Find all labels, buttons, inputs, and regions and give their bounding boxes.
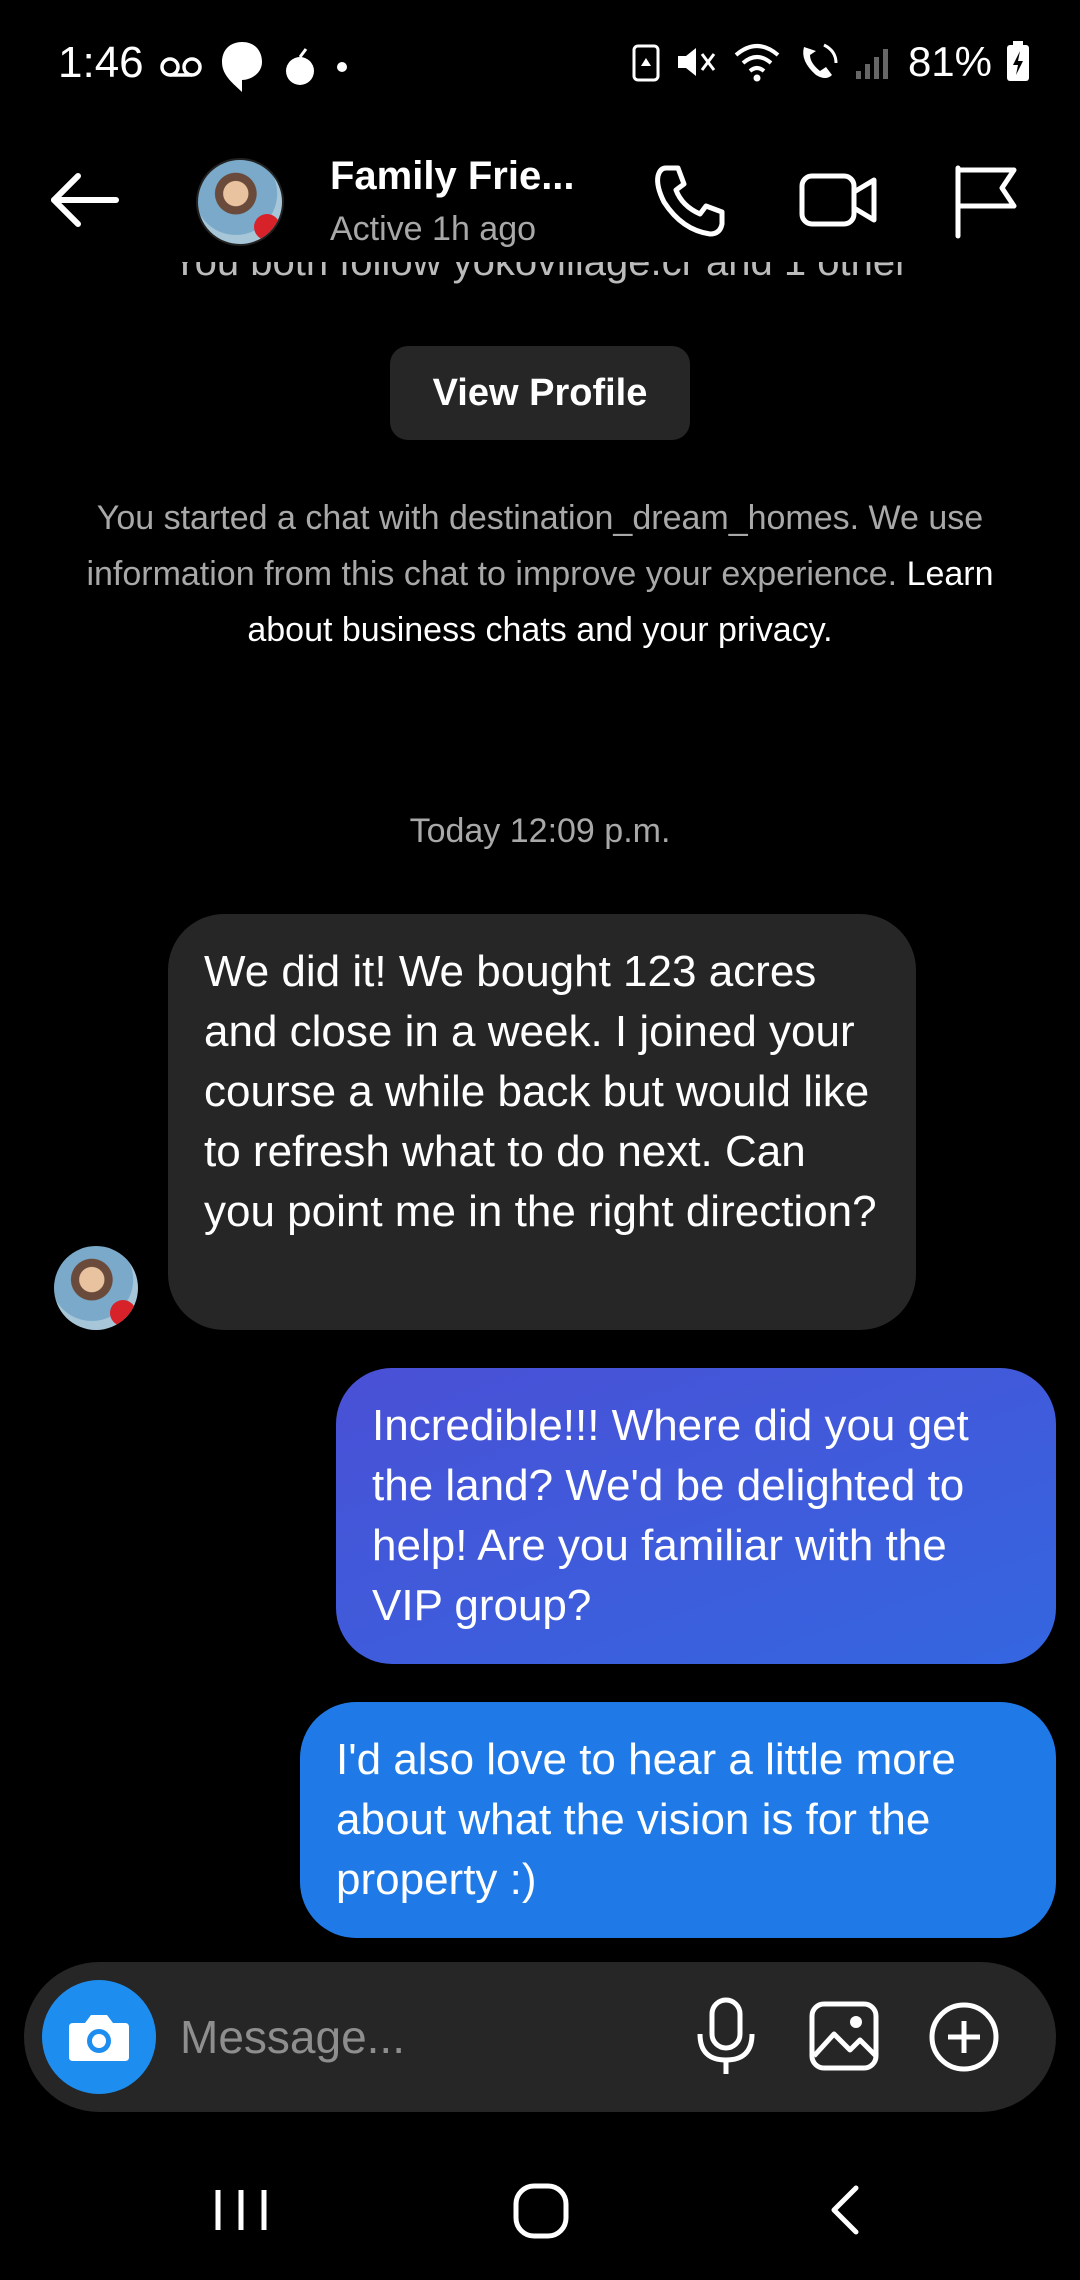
sender-avatar[interactable] <box>54 1246 138 1330</box>
mutual-follow-text-container: You both follow yokovillage.cr and 1 oth… <box>0 262 1080 296</box>
voice-message-button[interactable] <box>688 1994 764 2080</box>
recent-apps-icon <box>215 2190 267 2230</box>
notice-text: You started a chat with destination_drea… <box>86 499 984 593</box>
wifi-calling-icon <box>803 43 838 78</box>
microphone-icon <box>697 1997 755 2074</box>
mute-icon <box>677 48 716 76</box>
message-timestamp: Today 12:09 p.m. <box>409 812 671 850</box>
gallery-icon <box>809 2001 879 2071</box>
more-notifications-dot-icon <box>337 62 347 72</box>
video-call-button[interactable] <box>796 158 880 242</box>
wifi-icon <box>734 44 780 82</box>
call-button[interactable] <box>648 158 732 242</box>
recent-apps-button[interactable] <box>196 2170 286 2250</box>
mutual-follow-text: You both follow yokovillage.cr and 1 oth… <box>171 262 909 284</box>
home-icon <box>513 2183 569 2239</box>
message-composer <box>24 1962 1056 2112</box>
more-options-button[interactable] <box>926 1994 1002 2080</box>
home-button[interactable] <box>496 2170 586 2250</box>
message-input[interactable]: Message... <box>180 2010 405 2064</box>
status-notification-icons <box>160 40 348 94</box>
app-notification-icon <box>286 48 314 85</box>
avatar[interactable] <box>196 158 284 246</box>
status-right-icons: 81% <box>632 38 1030 86</box>
chat-notification-icon <box>222 42 262 92</box>
active-status: Active 1h ago <box>330 210 537 248</box>
back-button[interactable] <box>44 160 124 240</box>
system-back-button[interactable] <box>800 2170 890 2250</box>
signal-icon <box>855 49 888 79</box>
report-button[interactable] <box>944 158 1028 242</box>
gallery-button[interactable] <box>806 1994 882 2080</box>
view-profile-button[interactable]: View Profile <box>390 346 690 440</box>
business-chat-notice: You started a chat with destination_drea… <box>40 490 1040 658</box>
outgoing-message[interactable]: Incredible!!! Where did you get the land… <box>336 1368 1056 1664</box>
camera-icon <box>69 2015 129 2061</box>
chevron-left-icon <box>831 2185 859 2235</box>
battery-charging-icon <box>1007 41 1029 81</box>
back-arrow-icon <box>51 173 119 227</box>
flag-icon <box>955 165 1017 239</box>
battery-percent: 81% <box>907 38 992 85</box>
outgoing-message[interactable]: I'd also love to hear a little more abou… <box>300 1702 1056 1938</box>
chat-title[interactable]: Family Frie... <box>330 154 575 199</box>
status-time: 1:46 <box>58 38 144 87</box>
plus-circle-icon <box>929 2002 999 2072</box>
voicemail-icon <box>160 57 202 77</box>
camera-button[interactable] <box>42 1980 156 2094</box>
phone-icon <box>655 165 725 237</box>
video-icon <box>799 173 877 227</box>
recycle-icon <box>632 44 660 82</box>
incoming-message[interactable]: We did it! We bought 123 acres and close… <box>168 914 916 1330</box>
